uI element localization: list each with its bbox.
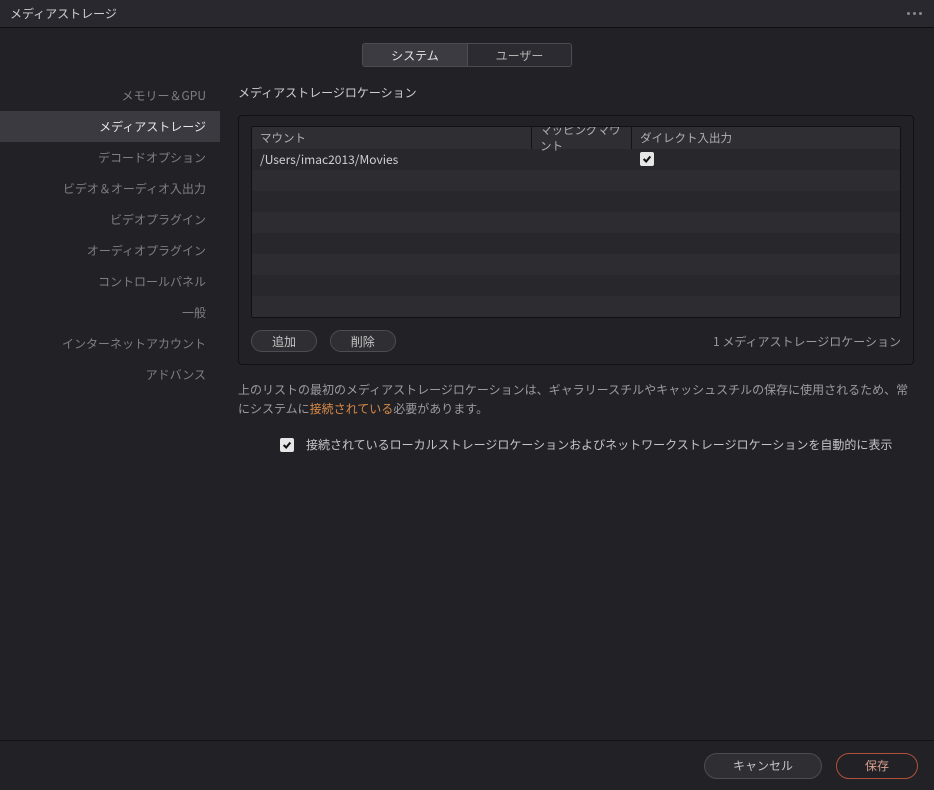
sidebar-item-3[interactable]: ビデオ＆オーディオ入出力 [0, 173, 220, 204]
overflow-menu-icon[interactable] [907, 12, 924, 15]
sidebar-item-5[interactable]: オーディオプラグイン [0, 235, 220, 266]
titlebar: メディアストレージ [0, 0, 934, 28]
sidebar-item-9[interactable]: アドバンス [0, 359, 220, 390]
add-button[interactable]: 追加 [251, 330, 317, 352]
section-title: メディアストレージロケーション [238, 84, 914, 101]
cell-mount: /Users/imac2013/Movies [252, 151, 532, 168]
cancel-button[interactable]: キャンセル [704, 753, 822, 779]
sidebar: メモリー＆GPUメディアストレージデコードオプションビデオ＆オーディオ入出力ビデ… [0, 72, 220, 740]
table-row-empty [252, 254, 900, 275]
table-header: マウント マッピングマウント ダイレクト入出力 [252, 127, 900, 149]
cell-direct-io [632, 151, 900, 168]
location-count: 1 メディアストレージロケーション [713, 333, 901, 350]
footer: キャンセル 保存 [0, 740, 934, 790]
table-row-empty [252, 212, 900, 233]
storage-table: マウント マッピングマウント ダイレクト入出力 /Users/imac2013/… [251, 126, 901, 318]
sidebar-item-4[interactable]: ビデオプラグイン [0, 204, 220, 235]
sidebar-item-2[interactable]: デコードオプション [0, 142, 220, 173]
direct-io-checkbox[interactable] [640, 152, 654, 166]
table-row-empty [252, 233, 900, 254]
help-link[interactable]: 接続されている [310, 400, 394, 417]
col-header-mapping[interactable]: マッピングマウント [532, 127, 632, 149]
sidebar-item-7[interactable]: 一般 [0, 297, 220, 328]
tab-system[interactable]: システム [363, 44, 467, 66]
tab-user[interactable]: ユーザー [467, 44, 571, 66]
sidebar-item-1[interactable]: メディアストレージ [0, 111, 220, 142]
table-row-empty [252, 275, 900, 296]
help-text: 上のリストの最初のメディアストレージロケーションは、ギャラリースチルやキャッシュ… [238, 381, 914, 418]
table-row-empty [252, 170, 900, 191]
col-header-direct-io[interactable]: ダイレクト入出力 [632, 127, 900, 149]
save-button[interactable]: 保存 [836, 753, 918, 779]
table-row-empty [252, 296, 900, 317]
auto-display-checkbox[interactable] [280, 438, 294, 452]
storage-panel: マウント マッピングマウント ダイレクト入出力 /Users/imac2013/… [238, 115, 914, 365]
main-panel: メディアストレージロケーション マウント マッピングマウント ダイレクト入出力 … [220, 72, 934, 740]
sidebar-item-6[interactable]: コントロールパネル [0, 266, 220, 297]
scope-tabs: システム ユーザー [0, 28, 934, 72]
auto-display-label: 接続されているローカルストレージロケーションおよびネットワークストレージロケーシ… [306, 436, 892, 453]
remove-button[interactable]: 削除 [330, 330, 396, 352]
window-title: メディアストレージ [10, 5, 117, 22]
sidebar-item-8[interactable]: インターネットアカウント [0, 328, 220, 359]
sidebar-item-0[interactable]: メモリー＆GPU [0, 80, 220, 111]
col-header-mount[interactable]: マウント [252, 127, 532, 149]
table-row-empty [252, 191, 900, 212]
